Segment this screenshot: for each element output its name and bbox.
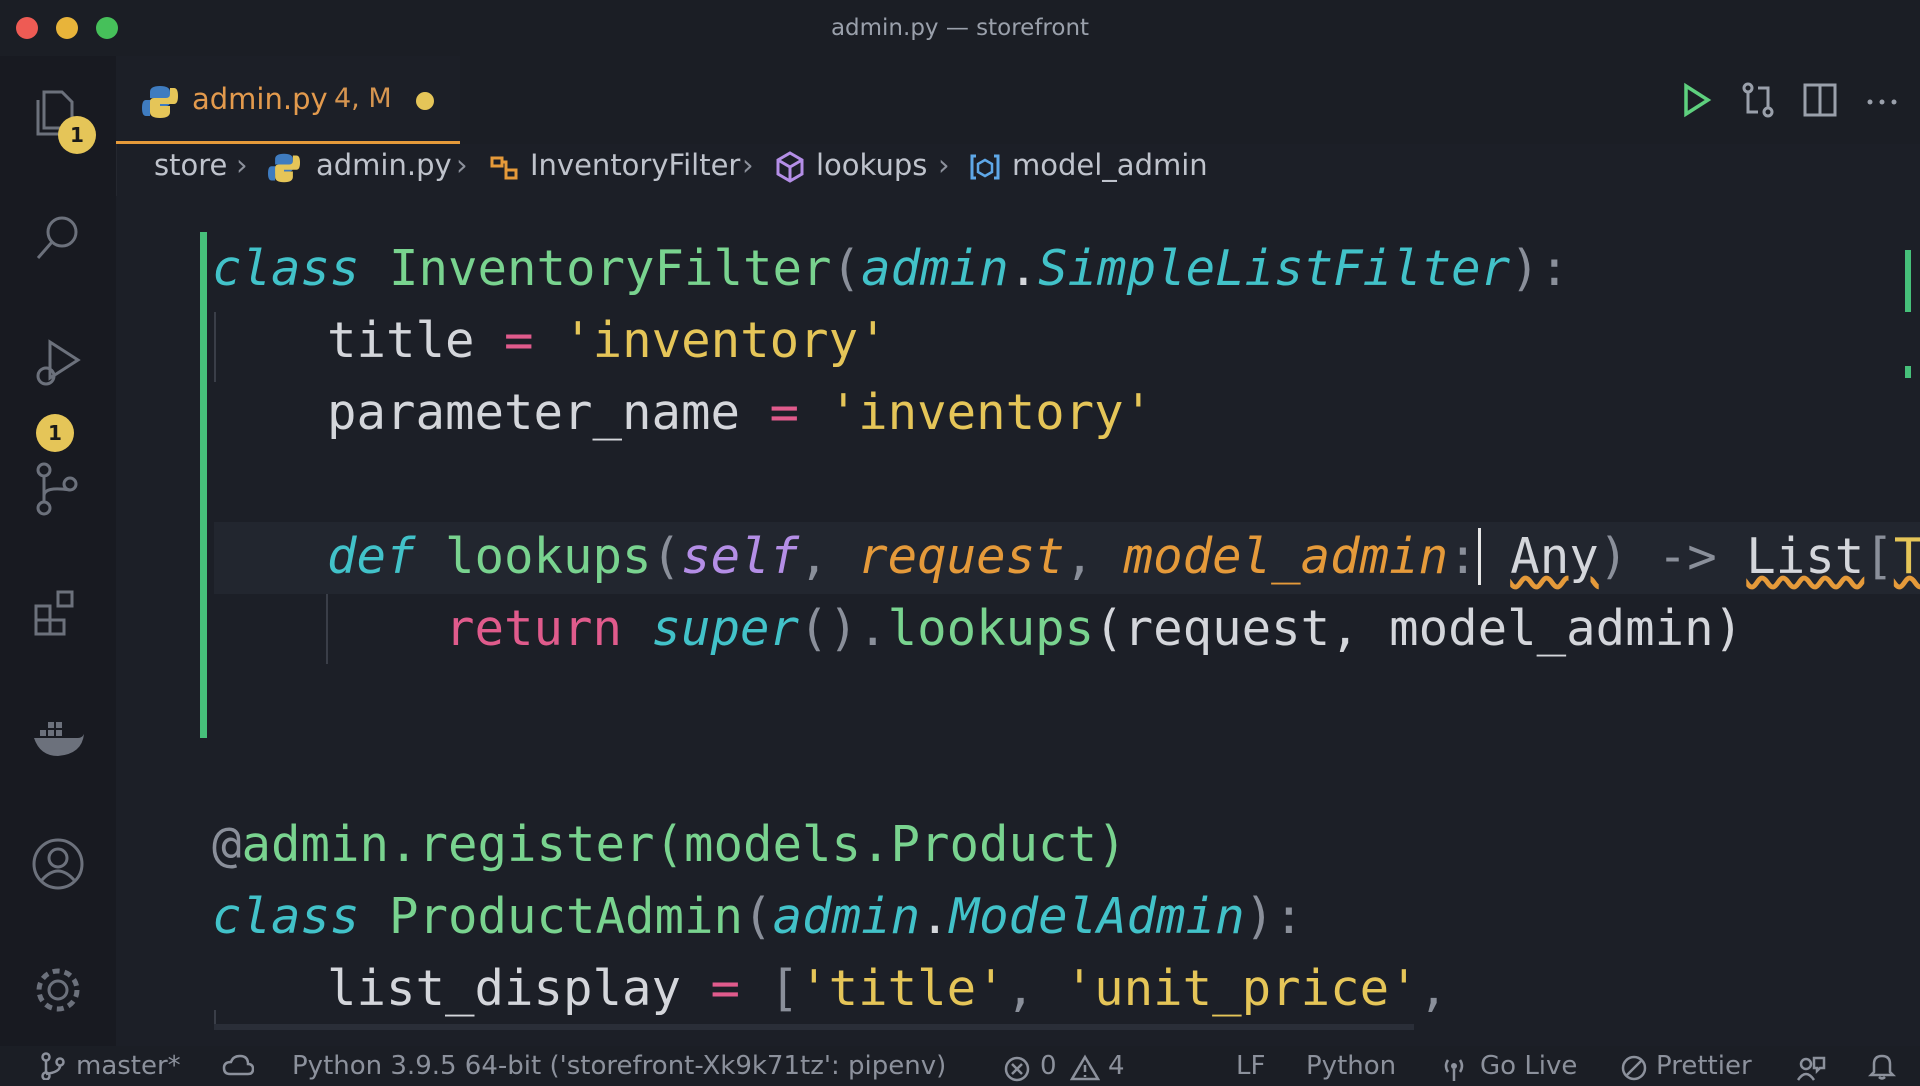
bell-icon[interactable] [1868, 1052, 1896, 1080]
source-control-icon [36, 462, 78, 516]
variable-symbol-icon [970, 154, 1000, 180]
breadcrumb-method[interactable]: lookups [816, 148, 927, 182]
breadcrumb: store › admin.py › InventoryFilter › loo… [116, 144, 1920, 196]
any-type-hint: Any [1510, 528, 1599, 585]
more-actions-icon[interactable] [1862, 80, 1902, 120]
code-line-11: list_display = ['title', 'unit_price', [327, 960, 1449, 1017]
status-bar: master* Python 3.9.5 64-bit ('storefront… [0, 1046, 1920, 1082]
method-symbol-icon [776, 151, 804, 183]
git-branch[interactable]: master* [76, 1046, 181, 1086]
breadcrumb-parameter[interactable]: model_admin [1012, 148, 1208, 182]
code-line-3: parameter_name = 'inventory' [327, 384, 1154, 441]
split-editor-icon[interactable] [1800, 80, 1840, 120]
code-line-9: @admin.register(models.Product) [212, 816, 1127, 873]
breadcrumb-class[interactable]: InventoryFilter [530, 148, 740, 182]
extensions-icon [34, 590, 74, 636]
run-python-icon[interactable] [1676, 80, 1716, 120]
breadcrumb-store[interactable]: store [154, 148, 227, 182]
horizontal-scrollbar[interactable] [214, 1024, 1414, 1030]
indent-guide [326, 594, 328, 664]
code-line-10: class ProductAdmin(admin.ModelAdmin): [212, 888, 1304, 945]
python-interpreter[interactable]: Python 3.9.5 64-bit ('storefront-Xk9k71t… [292, 1046, 946, 1086]
tab-label: admin.py [192, 82, 328, 116]
python-file-icon [142, 86, 178, 118]
explorer-button[interactable]: 1 [22, 76, 96, 154]
code-line-2: title = 'inventory' [327, 312, 888, 369]
source-control-button[interactable]: 1 [22, 414, 94, 524]
minimap-change-marker [1905, 250, 1911, 312]
indent-guide [214, 312, 216, 382]
chevron-right-icon: › [236, 148, 248, 182]
accounts-button[interactable] [22, 828, 94, 900]
end-of-line[interactable]: LF [1236, 1046, 1265, 1086]
settings-button[interactable] [22, 954, 94, 1026]
unsaved-dot[interactable] [416, 92, 434, 110]
error-icon [1004, 1056, 1030, 1082]
error-count[interactable]: 0 [1040, 1046, 1057, 1086]
language-mode[interactable]: Python [1306, 1046, 1396, 1086]
window-title: admin.py — storefront [830, 15, 1090, 41]
chevron-right-icon: › [938, 148, 950, 182]
explorer-badge: 1 [58, 116, 96, 154]
title-bar: admin.py — storefront [0, 0, 1920, 56]
docker-button[interactable] [22, 702, 94, 774]
account-icon [32, 838, 84, 890]
class-symbol-icon [490, 156, 518, 180]
prettier-check-icon [1621, 1055, 1647, 1081]
minimap-change-marker [1905, 366, 1911, 378]
gear-icon [36, 968, 80, 1012]
code-line-5: def lookups(self, request, model_admin: … [327, 528, 1920, 585]
search-icon [36, 216, 78, 259]
chevron-right-icon: › [742, 148, 754, 182]
chevron-right-icon: › [456, 148, 468, 182]
tab-problem-status: 4, M [334, 83, 392, 114]
extensions-button[interactable] [22, 576, 94, 648]
warning-icon [1070, 1054, 1100, 1081]
breadcrumb-file[interactable]: admin.py [316, 148, 452, 182]
code-line-6: return super().lookups(request, model_ad… [445, 600, 1744, 657]
activity-bar: 1 1 [0, 56, 117, 1046]
search-button[interactable] [22, 202, 94, 274]
cloud-sync-icon[interactable] [222, 1054, 254, 1078]
prettier-button[interactable]: Prettier [1656, 1046, 1752, 1086]
broadcast-icon [1444, 1059, 1464, 1081]
run-debug-icon [36, 339, 81, 386]
warning-count[interactable]: 4 [1108, 1046, 1125, 1086]
run-debug-button[interactable] [22, 326, 94, 398]
tab-admin-py[interactable]: admin.py 4, M [116, 56, 460, 144]
docker-icon [34, 722, 84, 756]
python-file-icon [268, 153, 300, 183]
git-branch-icon [41, 1052, 65, 1080]
compare-changes-icon[interactable] [1738, 80, 1778, 120]
feedback-icon[interactable] [1796, 1054, 1826, 1082]
go-live-button[interactable]: Go Live [1480, 1046, 1577, 1086]
source-control-badge: 1 [36, 414, 74, 452]
modified-lines-gutter [200, 232, 207, 738]
code-line-1: class InventoryFilter(admin.SimpleListFi… [212, 240, 1570, 297]
tab-bar: admin.py 4, M [116, 56, 1920, 144]
